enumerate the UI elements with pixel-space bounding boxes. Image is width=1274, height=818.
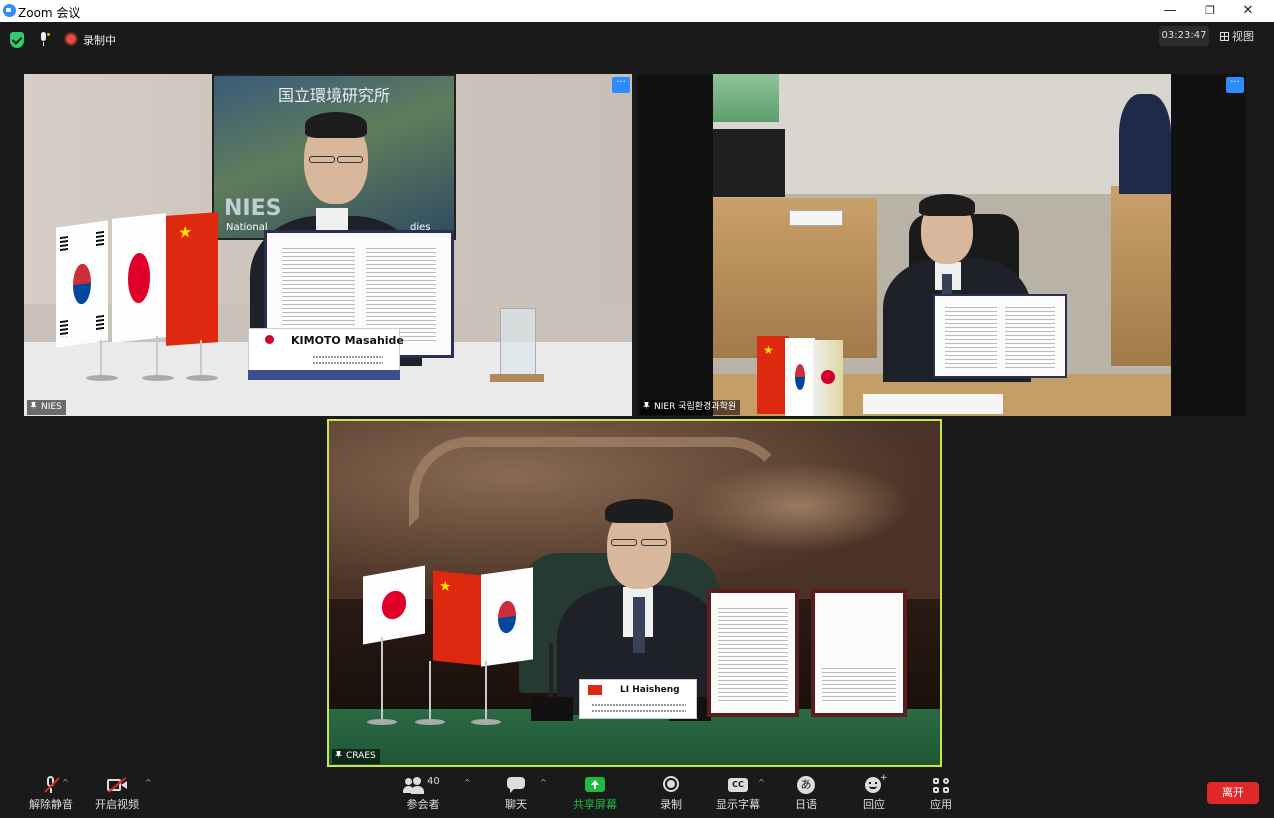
record-button[interactable]: 录制 [636,774,706,812]
nameplate-name: KIMOTO Masahide [291,334,404,347]
monitor [713,129,785,197]
cc-icon: CC [727,776,749,794]
video-tile-nier[interactable]: ★ ··· NIER 국립환경과학원 [637,74,1246,416]
chat-options-caret[interactable]: ^ [540,778,547,787]
flag-third [813,340,843,416]
video-tile-nies[interactable]: 国立環境研究所 NIES National dies ★ KIMOTO Masa… [24,74,632,416]
pin-icon [335,751,342,759]
signed-agreement-right [811,589,907,717]
meeting-timer: 03:23:47 [1159,26,1209,46]
meeting-status-bar: 录制中 03:23:47 视图 [0,22,1274,58]
video-off-icon [106,776,128,794]
minimize-button[interactable]: — [1150,0,1190,22]
pin-icon [30,402,37,410]
mic-muted-icon [40,776,62,794]
language-interpretation-button[interactable]: あ 日语 [771,774,841,812]
participant-name-label: NIES [27,400,66,415]
video-tile-craes[interactable]: ★ LI Haisheng CRAES [327,419,942,767]
nameplate-li-haisheng: LI Haisheng [579,679,697,719]
chat-bubble-icon [505,776,527,794]
flag-korea [785,338,815,416]
people-icon: 40 [403,776,443,794]
apps-button[interactable]: 应用 [906,774,976,812]
window-title-bar: Zoom 会议 — ❐ ✕ [0,0,1274,22]
participants-count: 40 [427,776,440,787]
view-label: 视图 [1232,30,1254,43]
poster-caption-left: National [226,222,268,233]
window-title: Zoom 会议 [18,6,81,20]
desk-right [1111,186,1171,366]
smiley-icon: + [863,773,888,794]
participant-name-label: NIER 국립환경과학원 [640,400,741,415]
participants-options-caret[interactable]: ^ [464,778,471,787]
close-button[interactable]: ✕ [1228,0,1268,22]
language-icon: あ [795,776,817,794]
pin-icon [643,402,650,410]
flag-china: ★ [166,212,218,346]
flag-korea [56,220,108,348]
grid-icon [1220,32,1229,41]
apps-icon [930,776,952,794]
poster-title: 国立環境研究所 [277,86,390,105]
flag-korea [481,567,533,667]
flag-japan [112,213,166,343]
microphone-left [549,643,553,699]
share-screen-icon [584,776,606,794]
signed-agreement-left [707,589,799,717]
shield-icon[interactable] [10,32,24,48]
flag-china: ★ [433,570,481,666]
meeting-controls-toolbar: 解除静音 ^ 开启视频 ^ 40 参会者 ^ 聊天 ^ 共享屏幕 录制 CC 显… [0,770,1274,818]
participants-button[interactable]: 40 参会者 [388,774,458,812]
leave-meeting-button[interactable]: 离开 [1207,782,1259,804]
record-icon [660,776,682,794]
flag-japan [363,565,425,645]
participant-name-label: CRAES [332,749,380,764]
view-button[interactable]: 视图 [1220,28,1254,44]
start-video-button[interactable]: 开启视频 [82,774,152,812]
record-dot-icon [66,34,76,44]
recording-status-label: 录制中 [83,34,116,47]
video-options-caret[interactable]: ^ [145,778,152,787]
poster-logo-text: NIES [224,196,282,221]
mic-icon[interactable] [38,32,50,48]
nameplate-name: LI Haisheng [620,685,680,695]
audio-options-caret[interactable]: ^ [62,778,69,787]
reactions-button[interactable]: + 回应 [839,773,909,812]
unmute-button[interactable]: 解除静音 [16,774,86,812]
signed-agreement-document [933,294,1067,378]
water-glass [500,308,536,376]
tile-more-options-button[interactable]: ··· [1226,77,1244,93]
tile-more-options-button[interactable]: ··· [612,77,630,93]
zoom-app-icon [3,4,16,17]
share-screen-button[interactable]: 共享屏幕 [560,774,630,812]
captions-options-caret[interactable]: ^ [758,778,765,787]
restore-button[interactable]: ❐ [1190,0,1230,22]
